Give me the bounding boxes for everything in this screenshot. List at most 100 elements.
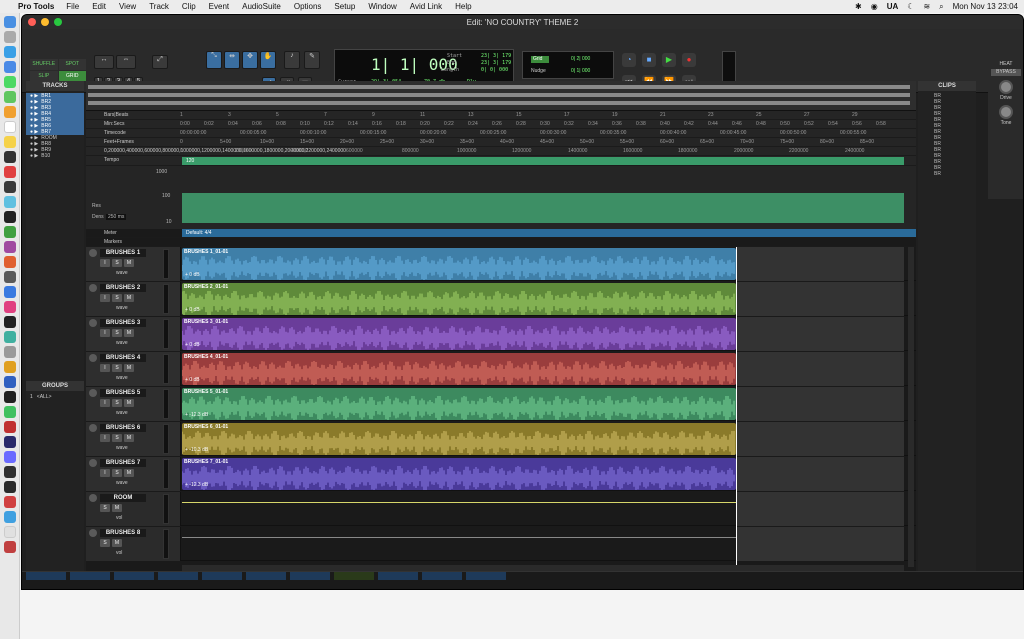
clip-gain[interactable]: + 0 dB xyxy=(185,272,200,278)
empty-timeline[interactable] xyxy=(736,387,904,421)
track-view-selector[interactable]: wave xyxy=(116,305,128,311)
drive-knob[interactable] xyxy=(999,80,1013,94)
app-icon[interactable] xyxy=(4,151,16,163)
tone-knob[interactable] xyxy=(999,105,1013,119)
track-name[interactable]: BRUSHES 1 xyxy=(100,249,146,257)
track-record-icon[interactable] xyxy=(89,284,97,292)
launchpad-icon[interactable] xyxy=(4,31,16,43)
track-row[interactable]: BRUSHES 4 I S Mwave BRUSHES 4_01-01 + 0 dB xyxy=(86,352,916,386)
online-icon[interactable]: ◔ xyxy=(622,53,636,67)
mode-spot[interactable]: SPOT xyxy=(58,59,86,70)
rulers[interactable]: Bars|Beats 1 3 5 7 9 11 13 15 17 19 21 23 25 27 29 Min… xyxy=(86,111,916,229)
clip-gain[interactable]: + 0 dB xyxy=(185,342,200,348)
tracks-panel-title[interactable]: TRACKS xyxy=(26,81,84,91)
zoomer-tool-icon[interactable]: ⤡ xyxy=(206,51,222,69)
track-view-selector[interactable]: wave xyxy=(116,445,128,451)
clip-list-item[interactable]: BR xyxy=(918,171,976,177)
menu-audiosuite[interactable]: AudioSuite xyxy=(242,2,281,11)
ruler-markers[interactable]: Markers xyxy=(86,238,916,247)
menu-file[interactable]: File xyxy=(66,2,79,11)
menu-clip[interactable]: Clip xyxy=(182,2,196,11)
playhead[interactable] xyxy=(736,247,737,567)
mute-button[interactable]: M xyxy=(124,364,134,372)
app-icon[interactable] xyxy=(4,256,16,268)
menu-window[interactable]: Window xyxy=(368,2,396,11)
app-icon[interactable] xyxy=(4,346,16,358)
vertical-scrollbar[interactable] xyxy=(908,247,914,567)
close-icon[interactable] xyxy=(28,18,36,26)
solo-button[interactable]: S xyxy=(112,329,122,337)
mode-slip[interactable]: SLIP xyxy=(30,70,58,81)
play-icon[interactable]: ▶ xyxy=(662,53,676,67)
heat-bypass-button[interactable]: BYPASS xyxy=(991,69,1021,76)
calendar-icon[interactable] xyxy=(4,121,16,133)
track-list-item[interactable]: ● ▶ B10 xyxy=(26,153,84,159)
nudge-value[interactable]: 0| 1| 000 xyxy=(571,68,590,74)
input-source[interactable]: UA xyxy=(887,2,899,11)
end-value[interactable]: 23| 3| 179 xyxy=(481,60,511,66)
app-icon[interactable] xyxy=(4,376,16,388)
mute-button[interactable]: M xyxy=(112,504,122,512)
solo-button[interactable]: S xyxy=(112,364,122,372)
mode-grid[interactable]: GRID xyxy=(58,70,86,81)
clip-gain[interactable]: + 0 dB xyxy=(185,307,200,313)
mute-button[interactable]: M xyxy=(112,539,122,547)
menu-options[interactable]: Options xyxy=(294,2,322,11)
zoom-icon[interactable] xyxy=(54,18,62,26)
track-record-icon[interactable] xyxy=(89,354,97,362)
app-icon[interactable] xyxy=(4,271,16,283)
track-row[interactable]: BRUSHES 7 I S Mwave BRUSHES 7_01-01 + -12.3 d… xyxy=(86,457,916,491)
solo-button[interactable]: S xyxy=(100,504,110,512)
empty-timeline[interactable] xyxy=(736,527,904,561)
track-name[interactable]: ROOM xyxy=(100,494,146,502)
input-button[interactable]: I xyxy=(100,469,110,477)
input-button[interactable]: I xyxy=(100,434,110,442)
solo-button[interactable]: S xyxy=(112,434,122,442)
universe-overview[interactable] xyxy=(86,81,916,111)
app-icon[interactable] xyxy=(4,361,16,373)
pencil-tool-icon[interactable]: ✎ xyxy=(304,51,320,69)
strip-block[interactable] xyxy=(158,572,198,580)
minimize-icon[interactable] xyxy=(41,18,49,26)
strip-block[interactable] xyxy=(334,572,374,580)
app-icon[interactable] xyxy=(4,301,16,313)
app-icon[interactable] xyxy=(4,481,16,493)
finder-icon[interactable] xyxy=(4,16,16,28)
track-row[interactable]: BRUSHES 8 S Mvol xyxy=(86,527,916,561)
strip-block[interactable] xyxy=(202,572,242,580)
audio-clip[interactable]: BRUSHES 4_01-01 + 0 dB xyxy=(182,353,736,385)
menu-event[interactable]: Event xyxy=(209,2,229,11)
track-record-icon[interactable] xyxy=(89,249,97,257)
ruler-feet-frames[interactable]: Feet+Frames 0 5+00 10+00 15+00 20+00 25+00 30+… xyxy=(86,138,916,147)
empty-timeline[interactable] xyxy=(736,457,904,491)
track-view-selector[interactable]: wave xyxy=(116,410,128,416)
app-icon[interactable] xyxy=(4,466,16,478)
menu-setup[interactable]: Setup xyxy=(334,2,355,11)
track-name[interactable]: BRUSHES 4 xyxy=(100,354,146,362)
track-view-selector[interactable]: vol xyxy=(116,515,122,521)
app-icon[interactable] xyxy=(4,226,16,238)
mode-shuffle[interactable]: SHUFFLE xyxy=(30,59,58,70)
clip-gain[interactable]: + -12.3 dB xyxy=(185,412,208,418)
app-icon[interactable] xyxy=(4,286,16,298)
ruler-bars-beats[interactable]: Bars|Beats 1 3 5 7 9 11 13 15 17 19 21 23 25 27 29 xyxy=(86,111,916,120)
ruler-min-secs[interactable]: Min:Secs 0:00 0:02 0:04 0:06 0:08 0:10 0:12 0:1… xyxy=(86,120,916,129)
length-value[interactable]: 0| 0| 000 xyxy=(481,67,508,73)
strip-block[interactable] xyxy=(70,572,110,580)
track-row[interactable]: BRUSHES 3 I S Mwave BRUSHES 3_01-01 + 0 dB xyxy=(86,317,916,351)
track-name[interactable]: BRUSHES 2 xyxy=(100,284,146,292)
stop-icon[interactable]: ■ xyxy=(642,53,656,67)
track-row[interactable]: ROOM S Mvol xyxy=(86,492,916,526)
strip-block[interactable] xyxy=(290,572,330,580)
photos-icon[interactable] xyxy=(4,106,16,118)
app-icon[interactable] xyxy=(4,331,16,343)
wifi-icon[interactable]: ≋ xyxy=(923,2,930,11)
track-view-selector[interactable]: vol xyxy=(116,550,122,556)
moon-icon[interactable]: ☾ xyxy=(907,2,914,11)
menu-avid-link[interactable]: Avid Link xyxy=(410,2,442,11)
track-name[interactable]: BRUSHES 7 xyxy=(100,459,146,467)
mute-button[interactable]: M xyxy=(124,259,134,267)
audio-clip[interactable]: BRUSHES 6_01-01 + -10.3 dB xyxy=(182,423,736,455)
app-icon[interactable] xyxy=(4,406,16,418)
track-name[interactable]: BRUSHES 6 xyxy=(100,424,146,432)
